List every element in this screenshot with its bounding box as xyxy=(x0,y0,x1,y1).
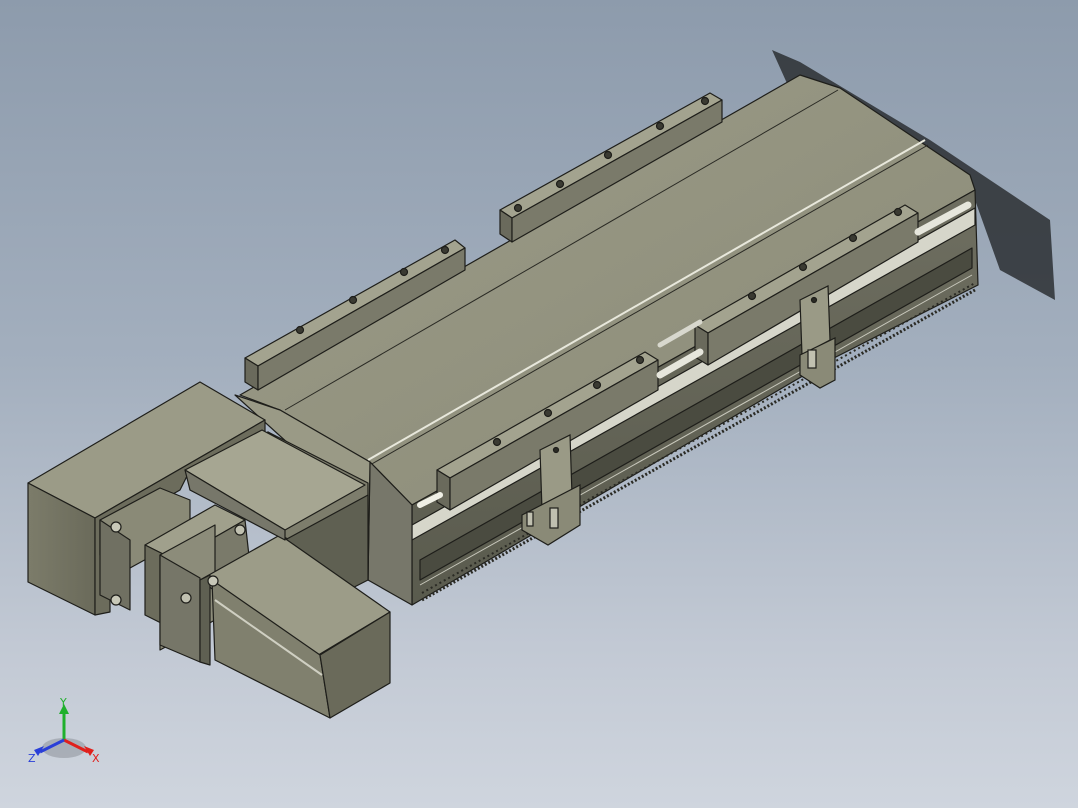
coordinate-triad: Y X Z xyxy=(28,696,100,765)
x-axis-label: X xyxy=(92,752,100,765)
z-axis-label: Z xyxy=(28,752,36,765)
3d-model-view[interactable] xyxy=(0,0,1078,808)
graphics-viewport[interactable]: Y X Z xyxy=(0,0,1078,808)
y-axis-label: Y xyxy=(59,696,67,709)
